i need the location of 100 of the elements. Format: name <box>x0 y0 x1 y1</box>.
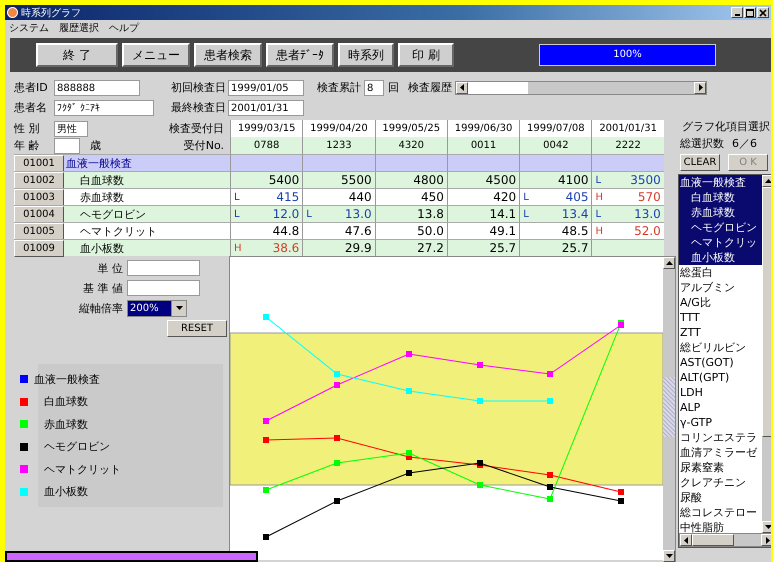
list-item[interactable]: ALP <box>679 400 762 415</box>
flag-mark: H <box>234 242 242 254</box>
chart-scrollbar[interactable] <box>663 257 675 562</box>
list-item[interactable]: 白血球数 <box>679 190 762 205</box>
code-button[interactable]: 01004 <box>14 206 64 222</box>
value-text: 5400 <box>268 173 300 187</box>
list-item[interactable]: A/G比 <box>679 295 762 310</box>
number-cell: 1233 <box>302 137 375 154</box>
value-text: 49.1 <box>489 224 516 238</box>
code-button[interactable]: 01009 <box>14 240 64 256</box>
scrollbar-thumb[interactable] <box>663 377 675 437</box>
toolbar-button[interactable]: メニュー <box>122 43 190 67</box>
value-text: 13.4 <box>562 207 588 221</box>
list-item[interactable]: ALT(GPT) <box>679 370 762 385</box>
list-item[interactable]: γ-GTP <box>679 415 762 430</box>
left-arrow-icon <box>684 536 688 544</box>
toolbar-button[interactable]: 患者ﾃﾞｰﾀ <box>266 43 334 67</box>
list-item[interactable]: 尿酸 <box>679 490 762 505</box>
list-item[interactable]: 総蛋白 <box>679 265 762 280</box>
menu-item[interactable]: 履歴選択 <box>59 21 99 35</box>
value-text: 3500 <box>630 173 661 187</box>
data-point <box>618 489 624 495</box>
scale-dropdown[interactable]: 200% <box>127 300 187 316</box>
value-text: 52.0 <box>634 224 661 238</box>
data-point <box>477 398 483 404</box>
toolbar-button[interactable]: 終 了 <box>36 43 118 67</box>
flag-mark: L <box>234 192 240 202</box>
list-item[interactable]: クレアチニン <box>679 475 762 490</box>
number-cell: 2222 <box>591 137 664 154</box>
flag-mark: L <box>306 208 312 220</box>
list-item[interactable]: ZTT <box>679 325 762 340</box>
date-cell: 1999/04/20 <box>302 120 375 137</box>
maximize-button[interactable] <box>744 7 756 18</box>
data-point <box>334 371 340 377</box>
value-text: 415 <box>276 190 300 204</box>
toolbar-button[interactable]: 時系列 <box>338 43 394 67</box>
value-text: 27.2 <box>417 241 444 255</box>
down-arrow-icon <box>764 525 771 529</box>
list-item[interactable]: LDH <box>679 385 762 400</box>
list-item[interactable]: AST(GOT) <box>679 355 762 370</box>
data-point <box>547 398 553 404</box>
legend-label: ヘモグロビン <box>43 439 110 454</box>
field-label: 性 別 <box>14 121 40 136</box>
data-point <box>263 534 269 540</box>
toolbar-button[interactable]: 印 刷 <box>398 43 454 67</box>
code-button[interactable]: 01005 <box>14 222 64 240</box>
menu-item[interactable]: ヘルプ <box>109 21 139 35</box>
date-field[interactable]: 2001/01/31 <box>228 100 304 116</box>
reference-field[interactable] <box>127 280 200 296</box>
field-label: 患者名 <box>14 100 48 115</box>
list-item[interactable]: 血液一般検査 <box>679 175 762 190</box>
value-text: 405 <box>566 190 588 204</box>
list-item[interactable]: コリンエステラ <box>679 430 762 445</box>
code-button[interactable]: 01002 <box>14 172 64 188</box>
date-cell: 2001/01/31 <box>591 120 664 137</box>
row-name: ヘモグロビン <box>79 206 146 222</box>
date-field[interactable]: 1999/01/05 <box>228 80 304 96</box>
data-point <box>263 487 269 493</box>
legend-label: ヘマトクリット <box>43 462 121 477</box>
row-name: 白血球数 <box>79 172 124 188</box>
list-scrollbar[interactable] <box>762 175 771 533</box>
number-cell: 0011 <box>446 137 520 154</box>
history-scrollbar[interactable] <box>455 80 707 94</box>
list-item[interactable]: 尿素窒素 <box>679 460 762 475</box>
close-button[interactable] <box>757 7 769 18</box>
down-arrow-icon <box>666 554 672 558</box>
count-label: 総選択数 <box>680 136 724 151</box>
age-field[interactable] <box>54 138 80 154</box>
list-item[interactable]: 総コレステロー <box>679 505 762 520</box>
list-item[interactable]: TTT <box>679 310 762 325</box>
list-item[interactable]: 中性脂肪 <box>679 520 762 533</box>
value-text: 29.9 <box>344 241 372 255</box>
count-field[interactable]: 8 <box>364 80 384 96</box>
number-cell: 4320 <box>374 137 447 154</box>
list-item[interactable]: 血小板数 <box>679 250 762 265</box>
toolbar-button[interactable]: 患者検索 <box>194 43 262 67</box>
patient-name-field[interactable]: ﾌｸﾀﾞ ｸﾆｱｷ <box>54 100 154 116</box>
list-horizontal-scrollbar[interactable] <box>679 533 771 547</box>
list-item[interactable]: ヘモグロビン <box>679 220 762 235</box>
list-item[interactable]: 総ビリルビン <box>679 340 762 355</box>
unit-field[interactable] <box>127 260 200 276</box>
list-item[interactable]: ヘマトクリッ <box>679 235 762 250</box>
clear-button[interactable]: CLEAR <box>680 154 720 171</box>
sex-field[interactable]: 男性 <box>54 120 88 136</box>
menu-item[interactable]: システム <box>9 21 49 35</box>
list-item[interactable]: アルブミン <box>679 280 762 295</box>
up-arrow-icon <box>764 179 771 183</box>
value-text: 4500 <box>486 173 516 187</box>
value-text: 450 <box>420 190 444 204</box>
minimize-button[interactable] <box>731 7 743 18</box>
list-item[interactable]: 赤血球数 <box>679 205 762 220</box>
list-item[interactable]: 血清アミラーゼ <box>679 445 762 460</box>
code-button[interactable]: 01003 <box>14 188 64 206</box>
patient-id-field[interactable]: 888888 <box>54 80 140 96</box>
value-text: 4100 <box>558 173 588 187</box>
data-point <box>263 437 269 443</box>
reset-button[interactable]: RESET <box>167 320 227 336</box>
flag-mark: H <box>595 192 604 202</box>
code-button[interactable]: 01001 <box>14 154 64 172</box>
date-cell: 1999/07/08 <box>519 120 592 137</box>
